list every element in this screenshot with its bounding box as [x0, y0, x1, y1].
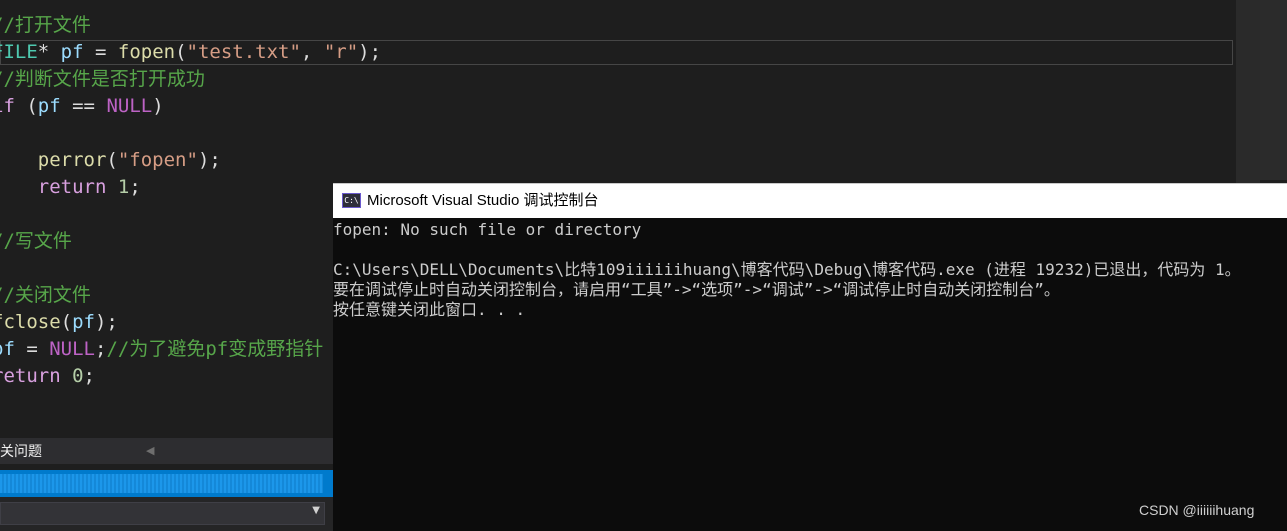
code-token: return [0, 365, 61, 387]
code-token: 0 [72, 365, 84, 387]
console-output[interactable]: fopen: No such file or directory C:\Users… [333, 218, 1287, 531]
code-token: ) [152, 95, 164, 117]
code-token: ; [83, 365, 95, 387]
console-line: fopen: No such file or directory [333, 220, 642, 239]
code-token: "test.txt" [186, 41, 301, 63]
code-token: NULL [49, 338, 95, 360]
error-list-tab-row: 关问题 ◀ [0, 438, 333, 464]
code-token: == [60, 95, 107, 117]
code-token: = [83, 41, 118, 63]
code-token: //关闭文件 [0, 284, 91, 306]
status-bar [0, 470, 333, 497]
screenshot-root: //打开文件FILE* pf = fopen("test.txt", "r");… [0, 0, 1287, 531]
code-token: ; [94, 338, 107, 360]
code-token: return [37, 176, 107, 198]
code-token: ( [14, 95, 38, 117]
code-token: NULL [106, 95, 153, 117]
code-line: fclose(pf); [0, 309, 118, 336]
code-token: //为了避免pf变成野指针 [106, 338, 324, 360]
code-line: pf = NULL;//为了避免pf变成野指针 [0, 336, 323, 363]
code-token: * [37, 41, 61, 63]
code-token: ; [129, 176, 141, 198]
error-list-tab[interactable]: 关问题 [0, 438, 42, 464]
code-token: //打开文件 [0, 14, 91, 36]
code-line: return 0; [0, 363, 95, 390]
code-token: ); [358, 41, 382, 63]
code-line: if (pf == NULL) [0, 93, 164, 120]
code-token: //写文件 [0, 230, 72, 252]
debug-console-window[interactable]: C:\ Microsoft Visual Studio 调试控制台 fopen:… [333, 183, 1287, 531]
code-line: //写文件 [0, 228, 72, 255]
code-token: "r" [323, 41, 359, 63]
code-token: fclose [0, 311, 61, 333]
code-token: ); [197, 149, 221, 171]
code-token: FILE [0, 41, 38, 63]
console-app-icon: C:\ [342, 193, 361, 208]
code-line: return 1; [0, 174, 141, 201]
code-token: if [0, 95, 15, 117]
code-line: FILE* pf = fopen("test.txt", "r"); [0, 39, 381, 66]
scroll-left-icon[interactable]: ◀ [146, 438, 154, 464]
console-window-title: Microsoft Visual Studio 调试控制台 [367, 192, 599, 209]
code-line: //判断文件是否打开成功 [0, 66, 205, 93]
csdn-watermark: CSDN @iiiiiihuang [1139, 502, 1255, 518]
code-token: perror [37, 149, 107, 171]
console-line: 按任意键关闭此窗口. . . [333, 300, 526, 319]
code-token: //判断文件是否打开成功 [0, 68, 205, 90]
build-progress-bar [0, 474, 323, 493]
code-token: , [300, 41, 324, 63]
code-token: ( [175, 41, 187, 63]
code-token: ( [106, 149, 118, 171]
code-line: //打开文件 [0, 12, 91, 39]
code-token: ( [60, 311, 73, 333]
code-token: = [14, 338, 50, 360]
console-titlebar[interactable]: C:\ Microsoft Visual Studio 调试控制台 [333, 183, 1287, 218]
code-token: fopen [117, 41, 176, 63]
code-token: pf [37, 95, 61, 117]
code-token: pf [72, 311, 95, 333]
code-token: ); [94, 311, 118, 333]
code-line: //关闭文件 [0, 282, 91, 309]
code-line: perror("fopen"); [0, 147, 221, 174]
console-line: 要在调试停止时自动关闭控制台，请启用“工具”->“选项”->“调试”->“调试停… [333, 280, 1060, 299]
code-token: 1 [117, 176, 130, 198]
code-token: "fopen" [117, 149, 198, 171]
code-token: pf [0, 338, 15, 360]
editor-right-margin [1260, 0, 1287, 180]
output-source-dropdown[interactable]: ▼ [0, 502, 325, 525]
console-line: C:\Users\DELL\Documents\比特109iiiiiihuang… [333, 260, 1241, 279]
code-token: pf [60, 41, 84, 63]
chevron-down-icon[interactable]: ▼ [312, 505, 320, 516]
